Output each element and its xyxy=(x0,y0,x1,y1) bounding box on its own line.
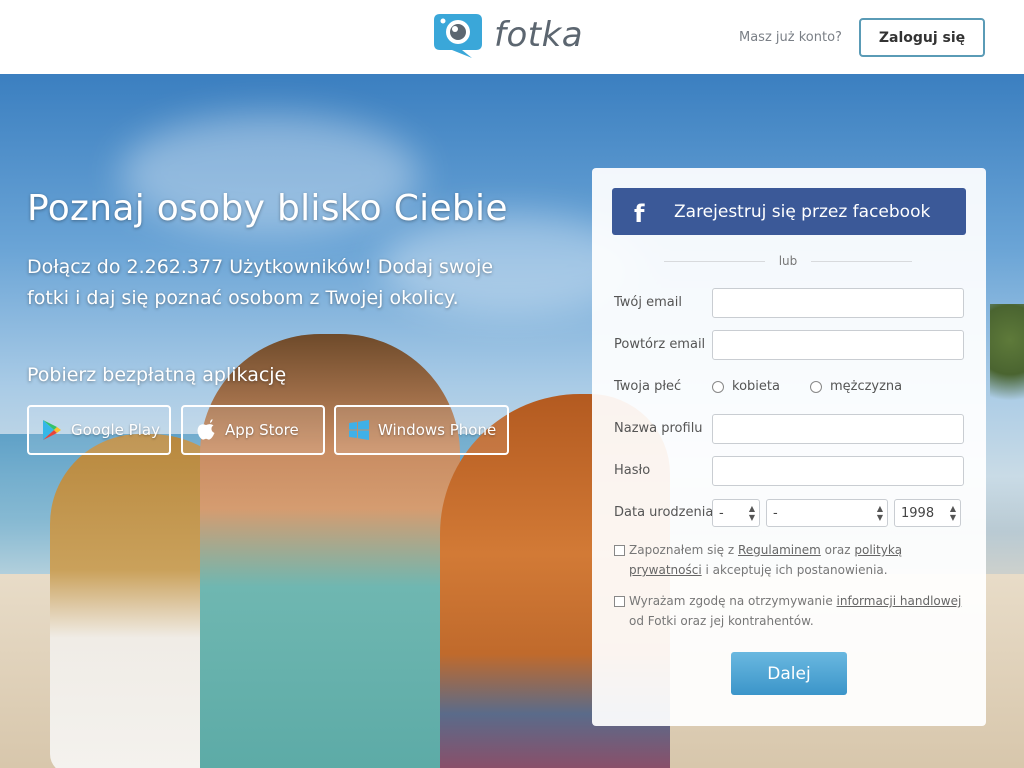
female-label: kobieta xyxy=(732,379,780,394)
terms-consent-row: Zapoznałem się z Regulaminem oraz polity… xyxy=(614,540,964,580)
radio-male[interactable] xyxy=(809,380,822,393)
password-label: Hasło xyxy=(614,463,651,478)
terms-prefix: Zapoznałem się z xyxy=(629,543,735,557)
app-store-button[interactable]: App Store xyxy=(181,405,325,455)
next-button[interactable]: Dalej xyxy=(731,652,847,695)
camera-bubble-icon xyxy=(432,12,484,58)
marketing-checkbox[interactable] xyxy=(614,596,625,607)
brand-name: fotka xyxy=(494,15,584,55)
email-field[interactable] xyxy=(712,288,964,318)
birth-year-value: 1998 xyxy=(901,505,935,521)
email-label: Twój email xyxy=(614,295,682,310)
terms-suffix: i akceptuję ich postanowienia. xyxy=(705,563,888,577)
facebook-register-label: Zarejestruj się przez facebook xyxy=(674,201,931,222)
terms-text: Zapoznałem się z Regulaminem oraz polity… xyxy=(629,540,964,580)
marketing-consent-row: Wyrażam zgodę na otrzymywanie informacji… xyxy=(614,591,964,631)
spinner-arrows-icon: ▲ ▼ xyxy=(876,504,883,522)
top-header: fotka Masz już konto? Zaloguj się xyxy=(0,0,1024,74)
marketing-text: Wyrażam zgodę na otrzymywanie informacji… xyxy=(629,591,964,631)
profile-name-label: Nazwa profilu xyxy=(614,421,703,436)
registration-panel: f Zarejestruj się przez facebook lub Twó… xyxy=(592,168,986,726)
hero-subtitle: Dołącz do 2.262.377 Użytkowników! Dodaj … xyxy=(27,256,494,309)
terms-checkbox[interactable] xyxy=(614,545,625,556)
birth-month-value: - xyxy=(773,505,778,521)
birth-day-value: - xyxy=(719,505,724,521)
person-photo-man xyxy=(200,334,460,768)
palm-tree xyxy=(990,304,1024,424)
radio-female[interactable] xyxy=(712,380,724,393)
facebook-icon: f xyxy=(634,199,645,228)
login-button[interactable]: Zaloguj się xyxy=(859,18,985,57)
fotka-logo[interactable]: fotka xyxy=(432,12,583,58)
male-label: mężczyzna xyxy=(829,379,903,394)
or-text: lub xyxy=(778,254,798,268)
birth-month-select[interactable]: - ▲ ▼ xyxy=(766,499,888,527)
windows-phone-label: Windows Phone xyxy=(378,421,497,439)
app-store-label: App Store xyxy=(225,421,299,439)
windows-icon xyxy=(348,419,370,441)
hero-title: Poznaj osoby blisko Ciebie xyxy=(27,188,508,229)
marketing-prefix: Wyrażam zgodę na otrzymywanie xyxy=(629,594,833,608)
birthdate-label: Data urodzenia xyxy=(614,505,714,520)
or-separator: lub xyxy=(664,254,912,268)
password-field[interactable] xyxy=(712,456,964,486)
email-repeat-label: Powtórz email xyxy=(614,337,706,352)
commercial-info-link[interactable]: informacji handlowej xyxy=(837,594,962,608)
gender-option-female[interactable]: kobieta xyxy=(712,379,780,394)
google-play-label: Google Play xyxy=(71,421,160,439)
profile-name-field[interactable] xyxy=(712,414,964,444)
terms-mid: oraz xyxy=(824,543,851,557)
terms-link[interactable]: Regulaminem xyxy=(738,543,821,557)
app-download-heading: Pobierz bezpłatną aplikację xyxy=(27,364,287,386)
gender-label: Twoja płeć xyxy=(614,379,682,394)
facebook-register-button[interactable]: f Zarejestruj się przez facebook xyxy=(612,188,966,235)
birth-year-select[interactable]: 1998 ▲ ▼ xyxy=(894,499,961,527)
google-play-icon xyxy=(41,419,63,441)
google-play-button[interactable]: Google Play xyxy=(27,405,171,455)
email-repeat-field[interactable] xyxy=(712,330,964,360)
windows-phone-button[interactable]: Windows Phone xyxy=(334,405,509,455)
separator-line xyxy=(811,260,912,262)
spinner-arrows-icon: ▲ ▼ xyxy=(748,504,755,522)
spinner-arrows-icon: ▲ ▼ xyxy=(949,504,956,522)
have-account-text: Masz już konto? xyxy=(739,30,842,45)
gender-radio-group: kobieta mężczyzna xyxy=(712,379,932,394)
gender-option-male[interactable]: mężczyzna xyxy=(809,379,903,394)
marketing-suffix: od Fotki oraz jej kontrahentów. xyxy=(629,614,814,628)
birth-day-select[interactable]: - ▲ ▼ xyxy=(712,499,760,527)
separator-line xyxy=(664,260,765,262)
apple-icon xyxy=(195,419,217,441)
